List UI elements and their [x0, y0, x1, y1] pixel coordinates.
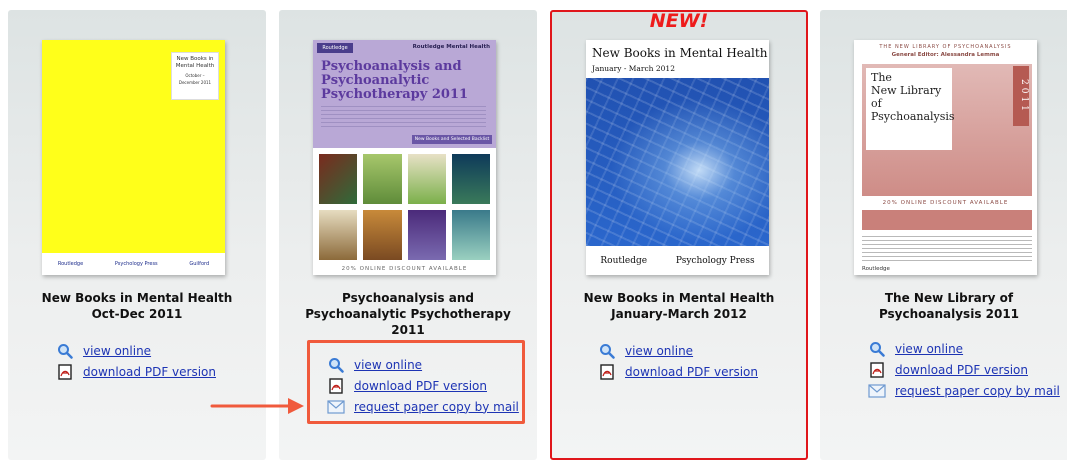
view-online-row: view online	[596, 340, 758, 361]
cover-footer: 20% ONLINE DISCOUNT AVAILABLE	[882, 200, 1009, 206]
cover-logo-routledge: Routledge	[600, 255, 648, 266]
cover-subheading: October – December 2011	[178, 73, 212, 85]
cover-heading-line-3: of	[871, 97, 882, 110]
cover-heading: New Books in Mental Health	[592, 46, 768, 60]
catalog-title: New Books in Mental Health January-March…	[583, 291, 775, 321]
cover-publisher-logo: Routledge	[862, 266, 890, 272]
cover-publisher-logo: Routledge	[317, 43, 353, 53]
highlight-box-annotation	[307, 340, 525, 424]
cover-heading-line-4: Psychoanalysis	[871, 110, 955, 123]
cover-image-jan-mar-2012[interactable]: New Books in Mental Health January - Mar…	[586, 40, 769, 275]
cover-logo-routledge: Routledge	[57, 261, 84, 267]
view-online-row: view online	[866, 338, 1060, 359]
cover-year: 2011	[1013, 66, 1029, 126]
cover-heading-line-2: New Library	[871, 84, 942, 97]
view-online-link[interactable]: view online	[625, 344, 693, 358]
download-pdf-link[interactable]: download PDF version	[895, 363, 1028, 377]
envelope-icon[interactable]	[866, 382, 888, 400]
cover-image-psychoanalysis-2011[interactable]: Routledge Routledge Mental Health Psycho…	[313, 40, 496, 275]
cover-series-top: THE NEW LIBRARY OF PSYCHOANALYSIS	[879, 44, 1012, 50]
cover-series: Routledge Mental Health	[412, 44, 490, 50]
view-online-link[interactable]: view online	[83, 344, 151, 358]
download-pdf-row: download PDF version	[866, 359, 1060, 380]
request-paper-copy-link[interactable]: request paper copy by mail	[895, 384, 1060, 398]
magnifier-icon[interactable]	[866, 340, 888, 358]
catalog-card-oct-dec-2011: New Books in Mental Health October – Dec…	[8, 10, 266, 460]
download-pdf-row: download PDF version	[596, 361, 758, 382]
catalog-card-jan-mar-2012: NEW! New Books in Mental Health January …	[550, 10, 808, 460]
pdf-icon[interactable]	[596, 363, 618, 381]
cover-band: New Books and Selected Backlist	[412, 135, 492, 144]
new-badge: NEW!	[649, 10, 709, 32]
pdf-icon[interactable]	[866, 361, 888, 379]
request-paper-copy-row: request paper copy by mail	[866, 380, 1060, 401]
cover-logo-guilford: Guilford	[189, 261, 210, 267]
cover-heading-line-1: The	[871, 71, 892, 84]
download-pdf-link[interactable]: download PDF version	[83, 365, 216, 379]
arrow-pointer-icon	[210, 398, 304, 414]
catalog-title: New Books in Mental Health Oct-Dec 2011	[41, 291, 233, 321]
cover-logo-psychology-press: Psychology Press	[114, 261, 158, 267]
cover-heading: Psychoanalysis and Psychoanalytic Psycho…	[321, 59, 469, 102]
cover-editor: General Editor: Alessandra Lemma	[891, 52, 1000, 58]
catalog-title: The New Library of Psychoanalysis 2011	[878, 291, 1020, 321]
cover-image-oct-dec-2011[interactable]: New Books in Mental Health October – Dec…	[42, 40, 225, 275]
cover-footer: 20% ONLINE DISCOUNT AVAILABLE	[341, 266, 468, 272]
download-pdf-link[interactable]: download PDF version	[625, 365, 758, 379]
cover-subheading: January - March 2012	[592, 64, 675, 73]
catalog-title: Psychoanalysis and Psychoanalytic Psycho…	[305, 291, 511, 337]
view-online-link[interactable]: view online	[895, 342, 963, 356]
cover-logo-psychology-press: Psychology Press	[675, 255, 755, 266]
magnifier-icon[interactable]	[596, 342, 618, 360]
catalog-card-new-library-2011: THE NEW LIBRARY OF PSYCHOANALYSIS Genera…	[820, 10, 1067, 460]
download-pdf-row: download PDF version	[54, 361, 216, 382]
pdf-icon[interactable]	[54, 363, 76, 381]
view-online-row: view online	[54, 340, 216, 361]
cover-heading: New Books in Mental Health	[175, 56, 215, 69]
cover-image-new-library-2011[interactable]: THE NEW LIBRARY OF PSYCHOANALYSIS Genera…	[854, 40, 1037, 275]
magnifier-icon[interactable]	[54, 342, 76, 360]
